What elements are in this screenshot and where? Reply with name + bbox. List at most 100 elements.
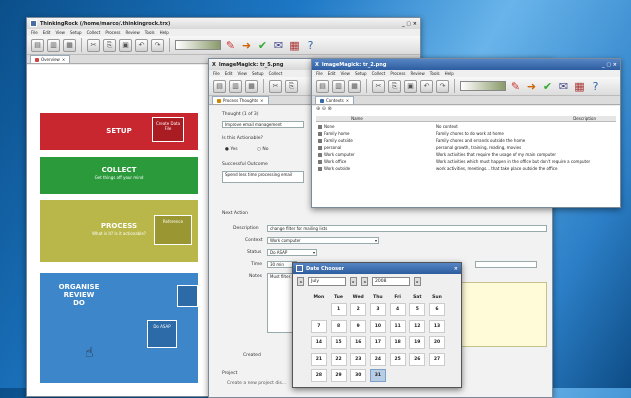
day-cell[interactable]: 23 [350,352,367,366]
do-icon[interactable]: ✔ [256,39,269,52]
zoom-slider[interactable] [175,40,221,50]
menu-file[interactable]: File [213,71,220,76]
collect-icon[interactable]: ✎ [509,80,522,93]
no-radio[interactable]: ○ No [257,147,268,152]
day-cell[interactable]: 14 [310,336,327,349]
review-icon[interactable]: ✉ [557,80,570,93]
create-data-file-box[interactable]: Create Data File [152,117,184,142]
tab-overview[interactable]: Overview × [30,55,71,63]
day-cell[interactable]: 26 [409,352,426,366]
yes-radio[interactable]: ● Yes [225,147,238,152]
day-cell[interactable]: 12 [409,319,426,333]
table-row[interactable]: personal personal growth, training, readi… [316,145,616,151]
cut-icon[interactable]: ✂ [87,38,100,52]
menu-review[interactable]: Review [126,30,140,35]
day-cell[interactable]: 24 [369,352,386,366]
table-row[interactable]: Family outside Family chores and errands … [316,138,616,144]
menu-collect[interactable]: Collect [269,71,283,76]
redo-icon[interactable]: ↷ [436,79,449,93]
window-controls[interactable]: _ ▢ × [402,21,417,27]
context-select[interactable]: Work computer ▾ [267,237,379,244]
day-cell[interactable]: 10 [369,319,386,333]
day-cell[interactable]: 30 [350,369,367,382]
help-icon[interactable]: ? [304,39,317,52]
calendar-icon[interactable]: ▦ [573,80,586,93]
save-icon[interactable]: ▦ [348,79,361,93]
menu-setup[interactable]: Setup [355,71,367,76]
new-icon[interactable]: ▤ [316,79,329,93]
menu-edit[interactable]: Edit [225,71,233,76]
menu-view[interactable]: View [237,71,247,76]
process-icon[interactable]: ➜ [240,39,253,52]
collect-block[interactable]: COLLECT Get things off your mind [40,157,198,194]
new-icon[interactable]: ▤ [213,79,226,93]
do-icon[interactable]: ✔ [541,80,554,93]
col-desc-header[interactable]: Description [396,116,616,121]
paste-icon[interactable]: ▣ [404,79,417,93]
main-titlebar[interactable]: ThinkingRock (/home/marco/.thinkingrock.… [27,18,420,29]
menu-edit[interactable]: Edit [328,71,336,76]
copy-icon[interactable]: ⎘ [103,38,116,52]
day-cell[interactable]: 5 [409,303,426,316]
menu-file[interactable]: File [316,71,323,76]
review-icon[interactable]: ✉ [272,39,285,52]
day-cell[interactable]: 22 [330,352,347,366]
contexts-titlebar[interactable]: X ImageMagick: tr_2.png _ ▢ × [312,59,620,70]
action-box[interactable] [177,285,198,307]
window-controls[interactable]: _ ▢ × [602,62,617,68]
process-icon[interactable]: ➜ [525,80,538,93]
save-icon[interactable]: ▦ [63,38,76,52]
menu-process[interactable]: Process [105,30,120,35]
calendar-icon[interactable]: ▦ [288,39,301,52]
menu-help[interactable]: Help [160,30,169,35]
copy-icon[interactable]: ⎘ [388,79,401,93]
zoom-slider[interactable] [460,81,506,91]
menu-review[interactable]: Review [411,71,425,76]
description-field[interactable]: change filter for mailing lists [267,225,547,232]
menu-tools[interactable]: Tools [430,71,440,76]
undo-icon[interactable]: ↶ [420,79,433,93]
day-cell[interactable]: 25 [389,352,406,366]
menu-setup[interactable]: Setup [252,71,264,76]
undo-icon[interactable]: ↶ [135,38,148,52]
tab-contexts[interactable]: Contexts × [315,96,355,104]
prev-year-icon[interactable]: ◂ [361,277,368,286]
day-cell[interactable]: 2 [350,303,367,316]
thought-field[interactable]: Improve email management [222,121,304,128]
table-row[interactable]: None No context [316,124,616,130]
menu-file[interactable]: File [31,30,38,35]
save-icon[interactable]: ▦ [245,79,258,93]
menu-setup[interactable]: Setup [70,30,82,35]
day-cell[interactable]: 3 [369,303,386,316]
menu-view[interactable]: View [340,71,350,76]
day-cell[interactable]: 27 [428,352,445,366]
do-asap-box[interactable]: Do ASAP [147,320,177,348]
day-cell[interactable]: 21 [310,352,327,366]
menu-tools[interactable]: Tools [145,30,155,35]
day-cell[interactable]: 18 [389,336,406,349]
close-icon[interactable]: × [454,266,458,272]
table-row[interactable]: Work outside work activities, meetings...… [316,166,616,172]
day-cell[interactable]: 29 [330,369,347,382]
day-cell[interactable]: 17 [369,336,386,349]
next-year-icon[interactable]: ▸ [414,277,421,286]
day-cell[interactable]: 1 [330,303,347,316]
menu-process[interactable]: Process [390,71,405,76]
menu-edit[interactable]: Edit [43,30,51,35]
open-icon[interactable]: ▥ [332,79,345,93]
menu-collect[interactable]: Collect [372,71,386,76]
prev-month-icon[interactable]: ◂ [297,277,304,286]
day-cell[interactable]: 13 [428,319,445,333]
paste-icon[interactable]: ▣ [119,38,132,52]
copy-icon[interactable]: ⎘ [285,79,298,93]
menu-view[interactable]: View [55,30,65,35]
day-cell[interactable]: 16 [350,336,367,349]
day-cell[interactable]: 11 [389,319,406,333]
open-icon[interactable]: ▥ [229,79,242,93]
collect-icon[interactable]: ✎ [224,39,237,52]
redo-icon[interactable]: ↷ [151,38,164,52]
day-cell[interactable]: 19 [409,336,426,349]
day-cell[interactable]: 28 [310,369,327,382]
date-chooser-titlebar[interactable]: Date Chooser × [293,263,461,274]
open-icon[interactable]: ▥ [47,38,60,52]
